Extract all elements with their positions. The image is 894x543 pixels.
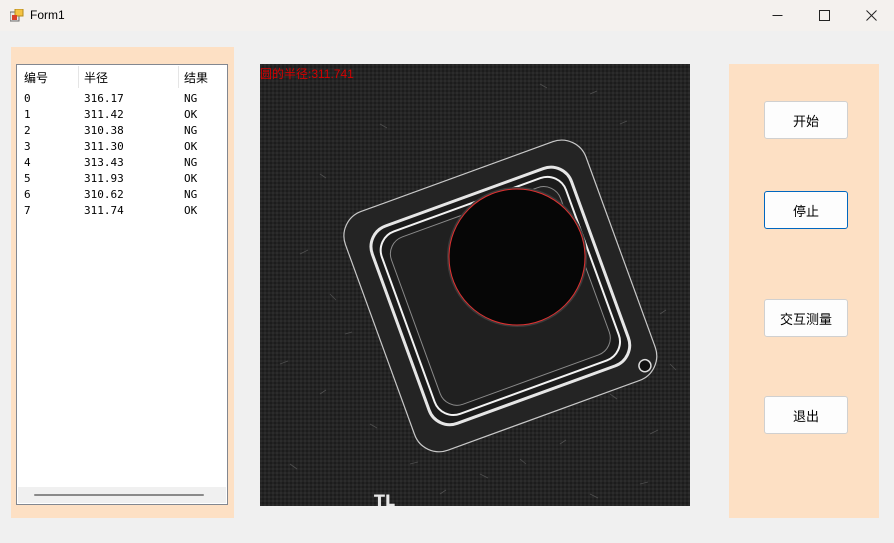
table-row[interactable]: 2 310.38 NG bbox=[17, 123, 227, 139]
start-button[interactable]: 开始 bbox=[764, 101, 848, 139]
row-radius-cell: 311.74 bbox=[84, 204, 124, 217]
row-result-cell: NG bbox=[184, 188, 198, 201]
listview-header: 编号 半径 结果 bbox=[17, 65, 227, 89]
table-row[interactable]: 1 311.42 OK bbox=[17, 107, 227, 123]
maximize-icon bbox=[818, 10, 830, 21]
table-row[interactable]: 3 311.30 OK bbox=[17, 139, 227, 155]
scrollbar-thumb[interactable] bbox=[34, 494, 204, 496]
row-result-cell: OK bbox=[184, 108, 198, 121]
column-header-id[interactable]: 编号 bbox=[24, 69, 48, 86]
horizontal-scrollbar[interactable] bbox=[18, 487, 226, 503]
close-icon bbox=[865, 10, 877, 21]
row-result-cell: OK bbox=[184, 140, 198, 153]
row-radius-cell: 310.38 bbox=[84, 124, 124, 137]
column-separator[interactable] bbox=[78, 66, 79, 88]
column-separator[interactable] bbox=[178, 66, 179, 88]
minimize-button[interactable] bbox=[754, 0, 800, 31]
stop-button[interactable]: 停止 bbox=[764, 191, 848, 229]
partial-bottom-text: TL bbox=[374, 491, 395, 506]
table-row[interactable]: 5 311.93 OK bbox=[17, 171, 227, 187]
row-id-cell: 1 bbox=[24, 108, 31, 121]
row-id-cell: 3 bbox=[24, 140, 31, 153]
exit-button[interactable]: 退出 bbox=[764, 396, 848, 434]
row-id-cell: 7 bbox=[24, 204, 31, 217]
maximize-button[interactable] bbox=[801, 0, 847, 31]
window-title: Form1 bbox=[30, 8, 65, 22]
title-bar: Form1 bbox=[0, 0, 894, 31]
row-result-cell: NG bbox=[184, 124, 198, 137]
table-row[interactable]: 4 313.43 NG bbox=[17, 155, 227, 171]
minimize-icon bbox=[772, 15, 782, 16]
row-id-cell: 2 bbox=[24, 124, 31, 137]
row-radius-cell: 311.93 bbox=[84, 172, 124, 185]
row-result-cell: NG bbox=[184, 156, 198, 169]
app-icon bbox=[10, 9, 24, 22]
row-id-cell: 4 bbox=[24, 156, 31, 169]
results-listview[interactable]: 编号 半径 结果 0 316.17 NG 1 311.42 OK 2 310.38 NG 3 311… bbox=[16, 64, 228, 505]
row-result-cell: OK bbox=[184, 204, 198, 217]
row-radius-cell: 311.42 bbox=[84, 108, 124, 121]
image-viewer[interactable]: TL bbox=[260, 64, 690, 506]
column-header-result[interactable]: 结果 bbox=[184, 69, 208, 86]
row-result-cell: OK bbox=[184, 172, 198, 185]
row-id-cell: 6 bbox=[24, 188, 31, 201]
column-header-radius[interactable]: 半径 bbox=[84, 69, 108, 86]
row-radius-cell: 313.43 bbox=[84, 156, 124, 169]
close-button[interactable] bbox=[848, 0, 894, 31]
camera-image: TL bbox=[260, 64, 690, 506]
table-row[interactable]: 6 310.62 NG bbox=[17, 187, 227, 203]
row-id-cell: 0 bbox=[24, 92, 31, 105]
row-result-cell: NG bbox=[184, 92, 198, 105]
interactive-measure-button[interactable]: 交互测量 bbox=[764, 299, 848, 337]
radius-readout: 圆的半径:311.741 bbox=[260, 67, 354, 81]
row-radius-cell: 311.30 bbox=[84, 140, 124, 153]
table-row[interactable]: 0 316.17 NG bbox=[17, 91, 227, 107]
row-radius-cell: 316.17 bbox=[84, 92, 124, 105]
row-id-cell: 5 bbox=[24, 172, 31, 185]
row-radius-cell: 310.62 bbox=[84, 188, 124, 201]
table-row[interactable]: 7 311.74 OK bbox=[17, 203, 227, 219]
